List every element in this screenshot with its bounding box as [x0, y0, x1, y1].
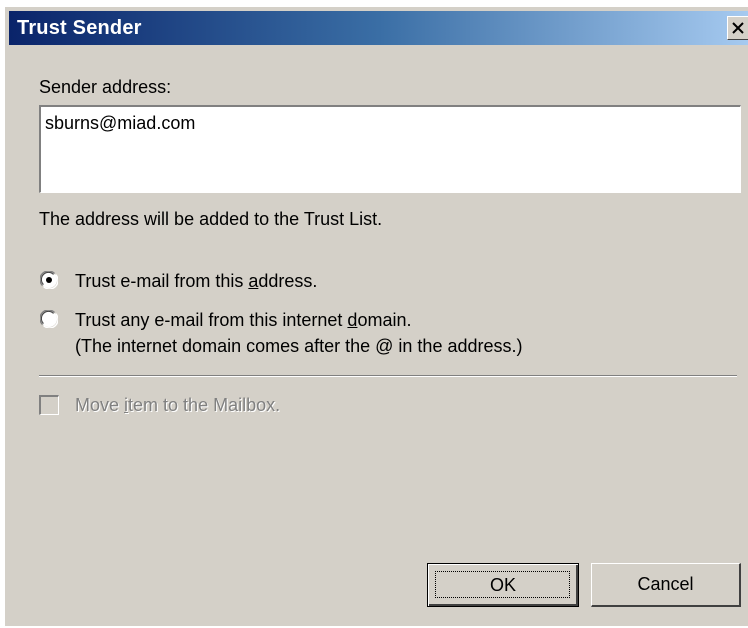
info-text: The address will be added to the Trust L… [39, 209, 383, 229]
close-button[interactable] [727, 16, 748, 40]
move-item-label: Move item to the Mailbox. [75, 395, 281, 415]
trust-domain-label[interactable]: Trust any e-mail from this internet doma… [75, 310, 411, 331]
window-title: Trust Sender [17, 17, 142, 39]
trust-sender-dialog: Trust Sender Sender address: The address… [4, 6, 748, 626]
ok-button[interactable]: OK [427, 563, 579, 607]
trust-domain-note: (The internet domain comes after the @ i… [75, 336, 523, 356]
move-item-checkbox[interactable] [39, 395, 59, 415]
cancel-button[interactable]: Cancel [591, 563, 741, 607]
title-bar[interactable]: Trust Sender [9, 11, 748, 45]
focus-rect [435, 571, 570, 598]
trust-address-label[interactable]: Trust e-mail from this address. [75, 271, 317, 292]
sender-address-label: Sender address: [39, 77, 172, 97]
divider [39, 375, 737, 377]
radio-trust-address[interactable] [40, 271, 58, 289]
close-icon [732, 22, 744, 34]
radio-dot-icon [46, 277, 52, 283]
radio-trust-domain[interactable] [40, 310, 58, 328]
sender-address-field[interactable] [39, 105, 741, 193]
